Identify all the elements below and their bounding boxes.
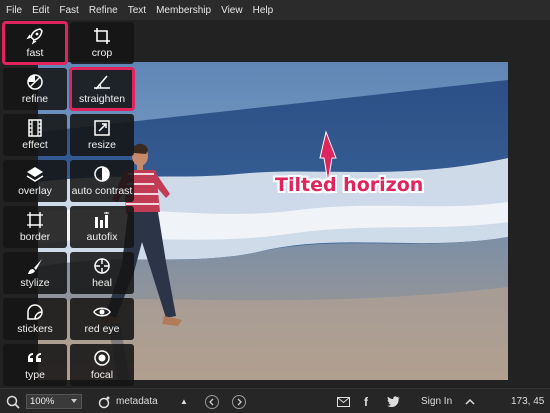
menu-bar: File Edit Fast Refine Text Membership Vi… bbox=[0, 0, 550, 20]
next-button[interactable] bbox=[232, 389, 246, 413]
tool-autofix[interactable]: autofix bbox=[70, 206, 134, 248]
menu-help[interactable]: Help bbox=[253, 5, 274, 16]
tool-type[interactable]: type bbox=[3, 344, 67, 386]
tool-fast[interactable]: fast bbox=[2, 21, 68, 65]
tool-label: focal bbox=[90, 369, 114, 381]
eye-icon bbox=[93, 303, 111, 321]
layers-icon bbox=[26, 165, 44, 183]
focal-icon bbox=[93, 349, 111, 367]
brush-icon bbox=[26, 257, 44, 275]
magic-wand-icon bbox=[93, 211, 111, 229]
twitter-icon[interactable] bbox=[387, 389, 400, 413]
tool-heal[interactable]: heal bbox=[70, 252, 134, 294]
tool-refine[interactable]: refine bbox=[3, 68, 67, 110]
tool-label: border bbox=[19, 231, 51, 243]
chevron-right-icon bbox=[232, 394, 246, 409]
zoom-icon[interactable] bbox=[6, 389, 20, 413]
zoom-select[interactable]: 100% bbox=[26, 394, 82, 409]
refine-icon bbox=[26, 73, 44, 91]
tool-label: effect bbox=[22, 139, 48, 151]
tool-label: autofix bbox=[86, 231, 118, 243]
tool-crop[interactable]: crop bbox=[70, 22, 134, 64]
crop-icon bbox=[93, 27, 111, 45]
straighten-icon bbox=[93, 73, 111, 91]
mail-icon[interactable] bbox=[337, 389, 350, 413]
quote-icon bbox=[26, 349, 44, 367]
menu-refine[interactable]: Refine bbox=[89, 5, 118, 16]
menu-fast[interactable]: Fast bbox=[59, 5, 78, 16]
tool-straighten[interactable]: straighten bbox=[69, 67, 135, 111]
menu-view[interactable]: View bbox=[221, 5, 243, 16]
tool-label: stylize bbox=[20, 277, 50, 289]
photo-editor-app: File Edit Fast Refine Text Membership Vi… bbox=[0, 0, 550, 413]
tool-stylize[interactable]: stylize bbox=[3, 252, 67, 294]
tool-label: resize bbox=[87, 139, 116, 151]
zoom-value: 100% bbox=[30, 396, 55, 407]
crosshair-icon bbox=[93, 257, 111, 275]
metadata-toggle-arrow-icon[interactable]: ▲ bbox=[180, 389, 188, 413]
menu-text[interactable]: Text bbox=[128, 5, 146, 16]
tool-label: refine bbox=[21, 93, 49, 105]
previous-button[interactable] bbox=[205, 389, 219, 413]
bottom-toolbar: 100% metadata ▲ f Sign In 173, 45 bbox=[0, 388, 550, 413]
metadata-button[interactable]: metadata bbox=[116, 389, 158, 413]
contrast-icon bbox=[93, 165, 111, 183]
tool-label: stickers bbox=[17, 323, 53, 335]
tool-focal[interactable]: focal bbox=[70, 344, 134, 386]
chevron-up-icon[interactable] bbox=[465, 389, 475, 413]
metadata-icon[interactable] bbox=[97, 389, 111, 413]
tool-label: straighten bbox=[78, 93, 126, 105]
tool-label: fast bbox=[26, 47, 44, 59]
border-icon bbox=[26, 211, 44, 229]
sticker-icon bbox=[26, 303, 44, 321]
tool-resize[interactable]: resize bbox=[70, 114, 134, 156]
tool-label: crop bbox=[91, 47, 113, 59]
menu-file[interactable]: File bbox=[6, 5, 22, 16]
facebook-icon[interactable]: f bbox=[364, 389, 368, 413]
tool-label: overlay bbox=[18, 185, 52, 197]
cursor-coordinates: 173, 45 bbox=[511, 396, 545, 407]
tool-red-eye[interactable]: red eye bbox=[70, 298, 134, 340]
chevron-left-icon bbox=[205, 394, 219, 409]
tool-label: heal bbox=[92, 277, 112, 289]
menu-membership[interactable]: Membership bbox=[156, 5, 211, 16]
tool-overlay[interactable]: overlay bbox=[3, 160, 67, 202]
tool-label: auto contrast bbox=[71, 185, 133, 197]
tool-effect[interactable]: effect bbox=[3, 114, 67, 156]
menu-edit[interactable]: Edit bbox=[32, 5, 49, 16]
annotation-label: Tilted horizon bbox=[275, 174, 424, 196]
tool-border[interactable]: border bbox=[3, 206, 67, 248]
tool-label: red eye bbox=[84, 323, 120, 335]
film-icon bbox=[26, 119, 44, 137]
tool-label: type bbox=[25, 369, 45, 381]
tool-stickers[interactable]: stickers bbox=[3, 298, 67, 340]
sign-in-link[interactable]: Sign In bbox=[421, 389, 452, 413]
resize-icon bbox=[93, 119, 111, 137]
rocket-icon bbox=[26, 27, 44, 45]
chevron-down-icon bbox=[71, 399, 77, 403]
tool-auto-contrast[interactable]: auto contrast bbox=[70, 160, 134, 202]
